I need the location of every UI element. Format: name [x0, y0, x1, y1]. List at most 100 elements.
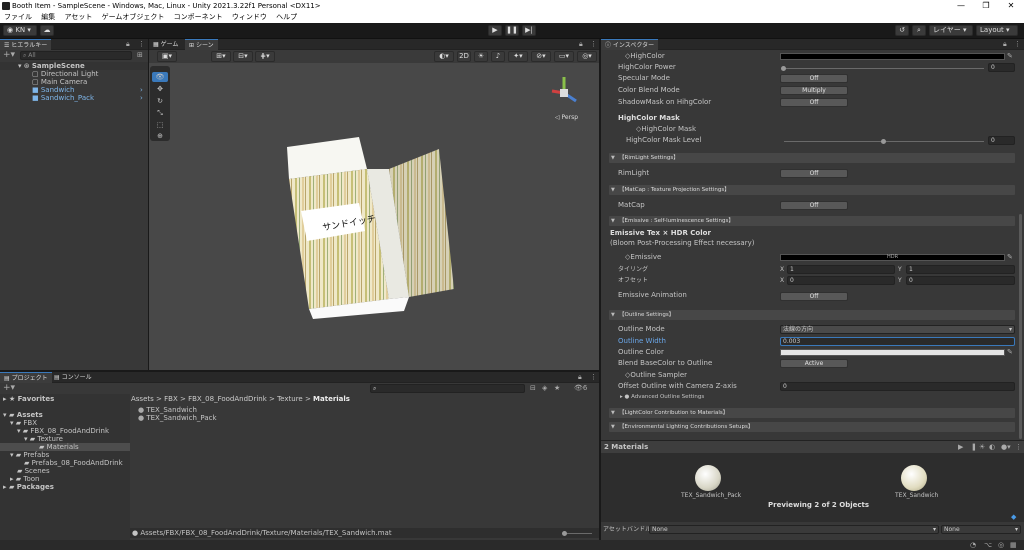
menu-window[interactable]: ウィンドウ [232, 13, 267, 21]
play-icon[interactable]: ▶ [958, 443, 963, 451]
tab-console[interactable]: ▤ コンソール [50, 372, 96, 383]
play-icon[interactable]: ▶ [488, 25, 502, 36]
tab-game[interactable]: ▦ ゲーム [149, 39, 182, 50]
persp-label[interactable]: ◁ Persp [555, 114, 578, 121]
kebab-icon[interactable]: ⋮ [590, 373, 597, 381]
breadcrumb-item[interactable]: Materials [313, 395, 350, 403]
tree-item[interactable]: ▾ ▰ Prefabs [10, 451, 49, 459]
kebab-icon[interactable]: ⋮ [590, 40, 597, 48]
menu-help[interactable]: ヘルプ [276, 13, 297, 21]
list-item[interactable]: ■ Sandwich_Pack › [0, 94, 148, 102]
chevron-right-icon[interactable]: › [140, 94, 143, 102]
view-tool-icon[interactable]: 👁︎ [152, 72, 168, 82]
tiling-x-field[interactable]: 1 [787, 265, 895, 274]
rimlight-button[interactable]: Off [780, 169, 848, 178]
outline-mode-dropdown[interactable]: 法線の方向 ▾ [780, 325, 1015, 334]
material-preview-sphere[interactable] [901, 465, 927, 491]
tree-item[interactable]: ▰ Scenes [17, 467, 50, 475]
matcap-button[interactable]: Off [780, 201, 848, 210]
add-icon[interactable]: +▾ [3, 384, 15, 393]
pivot-icon[interactable]: ⊞▾ [211, 51, 231, 62]
tree-item[interactable]: ▾ ▰ Assets [3, 411, 43, 419]
zoom-slider-knob[interactable] [562, 531, 567, 536]
breadcrumb-item[interactable]: FBX [164, 395, 178, 403]
visibility-icon[interactable]: ⊘▾ [531, 51, 551, 62]
tree-item[interactable]: ▸ ▰ Packages [3, 483, 54, 491]
outline-color-swatch[interactable] [780, 349, 1005, 356]
list-item[interactable]: ● TEX_Sandwich [138, 406, 197, 414]
specular-mode-button[interactable]: Off [780, 74, 848, 83]
rotate-tool-icon[interactable]: ↻ [152, 96, 168, 106]
material-preview-sphere[interactable] [695, 465, 721, 491]
inspector-scrollbar[interactable] [1019, 214, 1022, 439]
eyedropper-icon[interactable]: ✎ [1007, 253, 1013, 261]
matcap-section-header[interactable]: 【MatCap : Texture Projection Settings】 [609, 185, 1015, 195]
cloud-icon[interactable]: ☁ [40, 25, 54, 36]
sun-icon[interactable]: ☀ [979, 443, 985, 451]
mode-2d-button[interactable]: 2D [457, 51, 471, 62]
audio-icon[interactable]: ♪ [491, 51, 505, 62]
step-icon[interactable]: ▶| [522, 25, 536, 36]
asset-variant-dropdown[interactable]: None ▾ [941, 525, 1021, 534]
list-item[interactable]: ● TEX_Sandwich_Pack [138, 414, 217, 422]
menu-component[interactable]: コンポーネント [174, 13, 223, 21]
menu-assets[interactable]: アセット [64, 13, 92, 21]
cache-icon[interactable]: ◎ [998, 541, 1004, 549]
eyedropper-icon[interactable]: ✎ [1007, 52, 1013, 60]
sandwich-model[interactable] [279, 129, 459, 349]
search-icon[interactable]: ⌕ [912, 25, 926, 36]
tiling-y-field[interactable]: 1 [906, 265, 1015, 274]
effects-icon[interactable]: ✦▾ [508, 51, 528, 62]
lighting-icon[interactable]: ☀ [474, 51, 488, 62]
move-tool-icon[interactable]: ✥ [152, 84, 168, 94]
breadcrumb-item[interactable]: Assets [131, 395, 154, 403]
tree-item[interactable]: ▰ Prefabs_08_FoodAndDrink [24, 459, 123, 467]
offset-x-field[interactable]: 0 [787, 276, 895, 285]
tab-scene[interactable]: ⊞ シーン [185, 39, 218, 50]
offset-y-field[interactable]: 0 [906, 276, 1015, 285]
rimlight-section-header[interactable]: 【RimLight Settings】 [609, 153, 1015, 163]
lock-icon[interactable]: 🔒︎ [126, 40, 130, 48]
highcolor-mask-level-knob[interactable] [881, 139, 886, 144]
lock-icon[interactable]: 🔒︎ [1003, 40, 1007, 48]
tree-item[interactable]: ▾ ▰ FBX_08_FoodAndDrink [17, 427, 109, 435]
menu-edit[interactable]: 編集 [41, 13, 55, 21]
rect-tool-icon[interactable]: ⬚ [152, 120, 168, 130]
environment-section-header[interactable]: 【Environmental Lighting Contributions Se… [609, 422, 1015, 432]
highcolor-swatch[interactable] [780, 53, 1005, 60]
minimize-icon[interactable]: — [950, 0, 972, 12]
camera-icon[interactable]: ▭▾ [554, 51, 574, 62]
breadcrumb-item[interactable]: Texture [277, 395, 303, 403]
draw-mode-icon[interactable]: ▣▾ [157, 51, 177, 62]
account-button[interactable]: ◉ KN ▾ [3, 25, 37, 36]
outline-width-field[interactable]: 0.003 [780, 337, 1015, 346]
advanced-outline-foldout[interactable]: ▸ ● Advanced Outline Settings [620, 393, 704, 402]
gizmos-icon[interactable]: ◎▾ [577, 51, 597, 62]
add-icon[interactable]: +▾ [3, 51, 15, 60]
kebab-icon[interactable]: ⋮ [1015, 443, 1022, 451]
shadowmask-button[interactable]: Off [780, 98, 848, 107]
globe-icon[interactable]: ◐ [989, 443, 995, 451]
outline-section-header[interactable]: 【Outline Settings】 [609, 310, 1015, 320]
tree-item[interactable]: ▸ ▰ Toon [10, 475, 39, 483]
highcolor-power-field[interactable]: 0 [988, 63, 1015, 72]
tree-item[interactable]: ▰ Materials [0, 443, 130, 451]
debug-icon[interactable]: ⌥ [984, 541, 992, 549]
tab-inspector[interactable]: ⓘ インスペクター [601, 39, 659, 50]
pause-icon[interactable]: ❚ [971, 443, 977, 451]
kebab-icon[interactable]: ⋮ [1014, 40, 1021, 48]
filter-type-icon[interactable]: ⊟ [530, 384, 536, 392]
kebab-icon[interactable]: ⋮ [138, 40, 145, 48]
offset-camera-field[interactable]: 0 [780, 382, 1015, 391]
scale-tool-icon[interactable]: ⤡ [152, 108, 168, 118]
sphere-dropdown-icon[interactable]: ●▾ [1001, 443, 1011, 451]
highcolor-mask-level-field[interactable]: 0 [988, 136, 1015, 145]
highcolor-power-slider[interactable] [784, 68, 984, 69]
project-search-input[interactable]: ⌕ [370, 384, 525, 393]
grid-icon[interactable]: ⊟▾ [233, 51, 253, 62]
chevron-right-icon[interactable]: › [140, 86, 143, 94]
pause-icon[interactable]: ❚❚ [505, 25, 519, 36]
tree-item[interactable]: ▾ ▰ Texture [24, 435, 63, 443]
list-item[interactable]: ▢ Directional Light [0, 70, 148, 78]
orientation-gizmo[interactable] [544, 71, 584, 111]
